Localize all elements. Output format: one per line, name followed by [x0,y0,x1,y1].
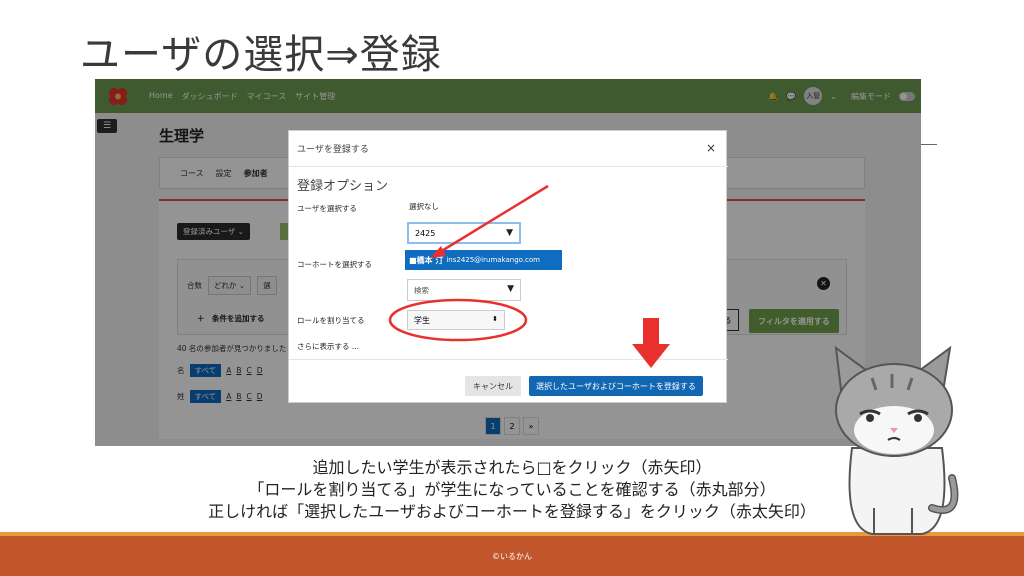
user-search-input[interactable]: 2425 ▼ [407,222,521,244]
dropdown-arrow-icon[interactable]: ▼ [506,228,513,238]
copyright-text: ©いるかん [492,551,532,561]
cohort-search-input[interactable]: 検索 ▼ [407,279,521,301]
select-users-label: ユーザを選択する [297,204,357,213]
enrol-selected-button[interactable]: 選択したユーザおよびコーホートを登録する [529,376,703,396]
cat-mascot-icon [812,338,972,542]
cohort-label: コーホートを選択する [297,260,372,269]
cancel-button[interactable]: キャンセル [465,376,521,396]
modal-title: ユーザを登録する [297,145,369,155]
modal-footer-divider [289,359,728,360]
close-icon[interactable]: × [706,141,716,155]
slide-title: ユーザの選択⇒登録 [80,32,442,78]
enrol-users-modal: ユーザを登録する × 登録オプション ユーザを選択する 選択なし 2425 ▼ … [288,130,728,403]
role-select[interactable]: 学生 ⬍ [407,310,505,330]
select-arrow-icon: ⬍ [492,315,498,323]
divider-line [921,144,937,145]
enrol-options-heading: 登録オプション [297,179,389,194]
role-label: ロールを割り当てる [297,316,365,325]
user-suggestion-item[interactable]: ■橋本 汀 ins2425@irumakango.com [405,250,562,270]
modal-header: ユーザを登録する [289,131,728,167]
selection-none-text: 選択なし [409,202,439,211]
show-more-link[interactable]: さらに表示する ... [297,341,359,352]
dropdown-arrow-icon[interactable]: ▼ [507,284,514,294]
